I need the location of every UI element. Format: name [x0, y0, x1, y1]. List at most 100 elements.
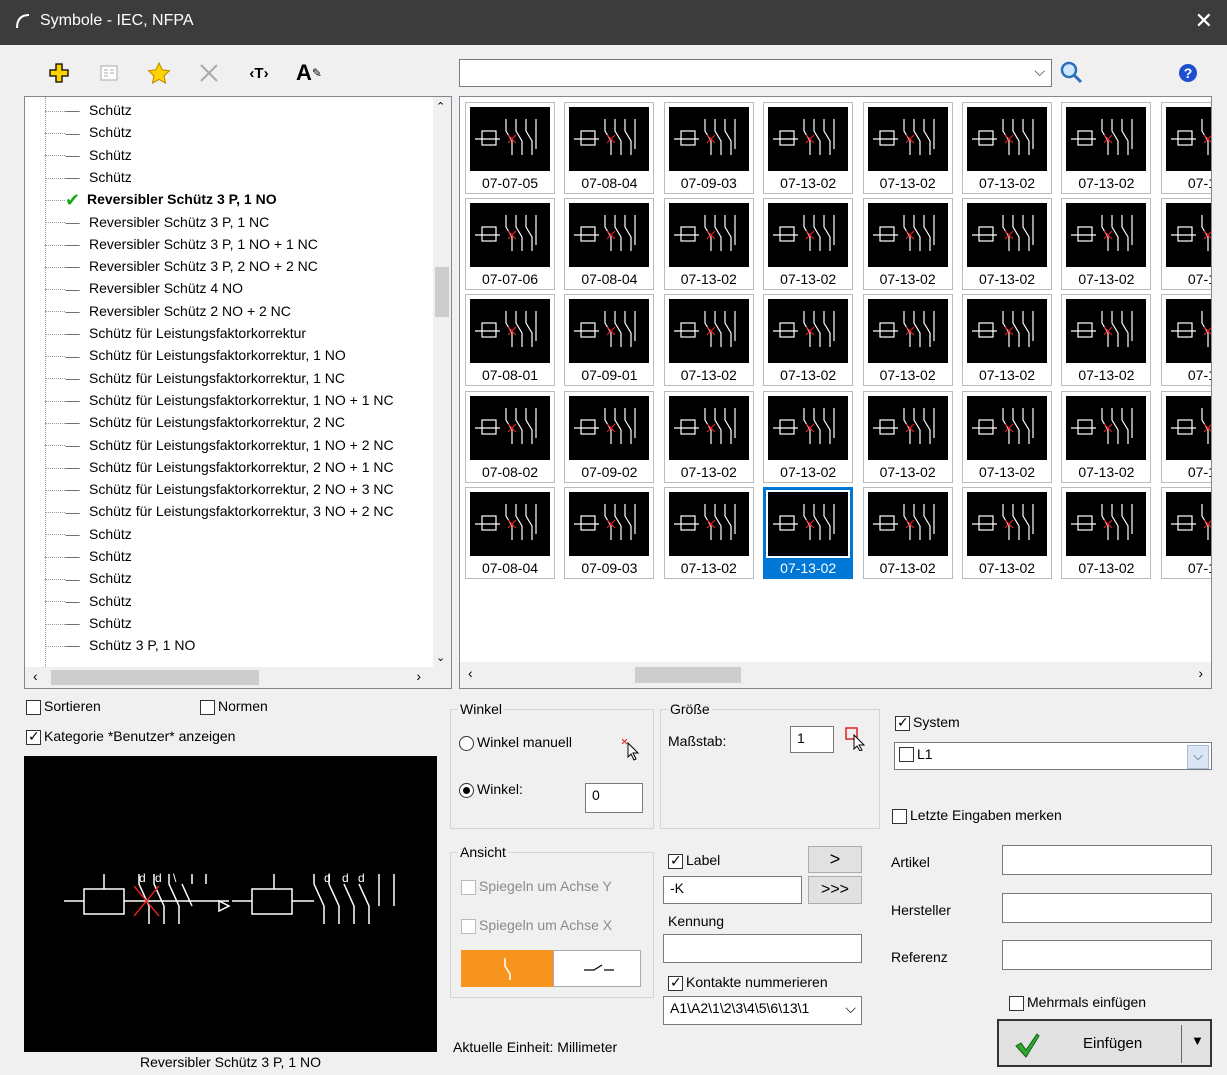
symbol-cell[interactable]: 07-13-02: [962, 198, 1052, 291]
winkel-manual-radio[interactable]: Winkel manuell: [459, 734, 572, 751]
scroll-up-icon[interactable]: ⌃: [436, 100, 445, 113]
normen-checkbox[interactable]: Normen: [200, 698, 268, 715]
symbol-cell[interactable]: 07-13-02: [1061, 198, 1152, 291]
symbol-cell[interactable]: 07-13-02: [663, 294, 754, 387]
next-number-button[interactable]: >: [808, 846, 862, 873]
symbol-cell[interactable]: 07-13-02: [862, 486, 953, 579]
scroll-right-icon[interactable]: ›: [416, 668, 421, 684]
tree-item[interactable]: ⸺ Schütz: [25, 121, 132, 143]
sortieren-checkbox[interactable]: Sortieren: [26, 698, 101, 715]
tree-item[interactable]: ⸺ Schütz für Leistungsfaktorkorrektur, 1 …: [25, 434, 394, 456]
scroll-right-icon[interactable]: ›: [1198, 665, 1203, 681]
tree-item[interactable]: ⸺ Schütz für Leistungsfaktorkorrektur, 1 …: [25, 389, 394, 411]
tree-item[interactable]: ⸺ Schütz: [25, 545, 132, 567]
label-checkbox[interactable]: Label: [668, 852, 720, 869]
tree-item[interactable]: ⸺ Schütz für Leistungsfaktorkorrektur: [25, 322, 306, 344]
chevron-down-icon[interactable]: ⌵: [845, 1000, 856, 1017]
tree-item[interactable]: ⸺ Schütz: [25, 567, 132, 589]
add-icon[interactable]: [44, 58, 74, 88]
symbol-cell[interactable]: 07-08-04: [564, 102, 655, 194]
einfuegen-button[interactable]: Einfügen ▼: [997, 1019, 1212, 1067]
magnifier-icon[interactable]: [1059, 60, 1085, 86]
font-edit-icon[interactable]: A ✎: [294, 58, 324, 88]
close-icon[interactable]: ✕: [1195, 8, 1213, 34]
symbol-cell[interactable]: 07-13-02: [962, 390, 1052, 483]
pick-angle-icon[interactable]: [621, 738, 640, 761]
tree-item[interactable]: ⸺ Schütz für Leistungsfaktorkorrektur, 2 …: [25, 478, 394, 500]
next-all-button[interactable]: >>>: [808, 876, 862, 904]
symbol-cell[interactable]: 07-09-03: [663, 102, 754, 194]
view-contact-horizontal-toggle[interactable]: [553, 950, 641, 987]
symbol-cell[interactable]: 07-13: [1160, 486, 1211, 579]
symbol-cell[interactable]: 07-08-02: [465, 390, 555, 483]
dropdown-arrow-icon[interactable]: ▼: [1191, 1033, 1204, 1048]
symbol-cell[interactable]: 07-13-02: [763, 294, 854, 387]
symbol-cell[interactable]: 07-13-02: [1061, 294, 1152, 387]
symbol-cell[interactable]: 07-09-03: [564, 486, 655, 579]
help-icon[interactable]: ?: [1178, 63, 1198, 83]
kontakte-select[interactable]: A1\A2\1\2\3\4\5\6\13\1 ⌵: [663, 996, 862, 1025]
symbol-cell[interactable]: 07-13-02: [763, 198, 854, 291]
symbol-cell[interactable]: 07-13: [1160, 198, 1211, 291]
system-checkbox[interactable]: System: [895, 714, 960, 731]
symbol-cell[interactable]: 07-13-02: [763, 102, 854, 194]
scroll-thumb[interactable]: [435, 267, 449, 317]
symbol-cell[interactable]: 07-13-02: [763, 390, 854, 483]
symbol-cell[interactable]: 07-13-02: [763, 486, 854, 579]
tree-item[interactable]: ⸺ Schütz für Leistungsfaktorkorrektur, 1 …: [25, 367, 345, 389]
tree-item[interactable]: ⸺ Schütz für Leistungsfaktorkorrektur, 2 …: [25, 456, 394, 478]
chevron-down-icon[interactable]: ⌵: [1034, 63, 1045, 80]
symbol-cell[interactable]: 07-13-02: [962, 294, 1052, 387]
symbol-grid[interactable]: 07-07-05 07-08-04 07-09-03 07-13-02 07-13-02…: [459, 96, 1212, 689]
scroll-thumb[interactable]: [51, 670, 259, 685]
tree-item[interactable]: ⸺ Reversibler Schütz 4 NO: [25, 277, 243, 299]
pick-scale-icon[interactable]: [845, 727, 867, 752]
tree-item[interactable]: ⸺ Schütz: [25, 144, 132, 166]
symbol-cell[interactable]: 07-13-02: [962, 102, 1052, 194]
tree-horizontal-scrollbar[interactable]: ‹ ›: [25, 667, 451, 688]
tree-item[interactable]: ⸺ Schütz für Leistungsfaktorkorrektur, 2 …: [25, 411, 345, 433]
mehrmals-checkbox[interactable]: Mehrmals einfügen: [1009, 994, 1146, 1011]
hersteller-input[interactable]: [1002, 893, 1212, 923]
grid-horizontal-scrollbar[interactable]: ‹ ›: [460, 662, 1211, 688]
tree-item[interactable]: ⸺ Schütz 3 P, 1 NO: [25, 634, 195, 656]
symbol-cell[interactable]: 07-13-02: [663, 390, 754, 483]
letzte-checkbox[interactable]: Letzte Eingaben merken: [892, 807, 1062, 824]
symbol-cell[interactable]: 07-13-02: [862, 102, 953, 194]
kennung-input[interactable]: [663, 934, 862, 963]
kategorie-checkbox[interactable]: Kategorie *Benutzer* anzeigen: [26, 728, 235, 745]
symbol-cell[interactable]: 07-07-05: [465, 102, 555, 194]
chevron-down-icon[interactable]: ⌵: [1187, 745, 1209, 769]
massstab-input[interactable]: 1: [790, 726, 834, 753]
delete-icon[interactable]: [194, 58, 224, 88]
symbol-cell[interactable]: 07-13-02: [962, 486, 1052, 579]
view-contact-vertical-toggle[interactable]: [461, 950, 553, 987]
symbol-cell[interactable]: 07-13-02: [663, 486, 754, 579]
text-tag-icon[interactable]: ‹T›: [244, 58, 274, 88]
symbol-cell[interactable]: 07-13: [1160, 102, 1211, 194]
tree-item[interactable]: ⸺ Schütz: [25, 166, 132, 188]
symbol-cell[interactable]: 07-13-02: [862, 294, 953, 387]
scroll-left-icon[interactable]: ‹: [33, 668, 38, 684]
label-input[interactable]: -K: [663, 876, 802, 904]
tree-item[interactable]: ⸺ Schütz: [25, 523, 132, 545]
symbol-cell[interactable]: 07-08-04: [564, 198, 655, 291]
symbol-cell[interactable]: 07-13-02: [1061, 486, 1152, 579]
winkel-input[interactable]: 0: [585, 783, 643, 813]
properties-icon[interactable]: [94, 58, 124, 88]
referenz-input[interactable]: [1002, 940, 1212, 970]
tree-item[interactable]: ⸺ Schütz: [25, 612, 132, 634]
tree-item[interactable]: ⸺ Schütz für Leistungsfaktorkorrektur, 3 …: [25, 500, 394, 522]
mirror-x-checkbox[interactable]: Spiegeln um Achse X: [461, 917, 612, 934]
mirror-y-checkbox[interactable]: Spiegeln um Achse Y: [461, 878, 612, 895]
symbol-cell[interactable]: 07-13-02: [1061, 102, 1152, 194]
tree-item[interactable]: ⸺ Schütz: [25, 99, 132, 121]
winkel-radio[interactable]: Winkel:: [459, 781, 523, 798]
tree-item[interactable]: ⸺ Reversibler Schütz 3 P, 1 NO + 1 NC: [25, 233, 318, 255]
symbol-tree[interactable]: ⸺ Schütz ⸺ Schütz ⸺ Schütz ⸺ Schütz ✔ Reversibler…: [24, 96, 452, 689]
search-combobox[interactable]: ⌵: [459, 59, 1052, 87]
system-select[interactable]: L1 ⌵: [894, 742, 1212, 770]
symbol-cell[interactable]: 07-09-02: [564, 390, 655, 483]
symbol-cell[interactable]: 07-08-04: [465, 486, 555, 579]
scroll-thumb[interactable]: [635, 667, 741, 683]
